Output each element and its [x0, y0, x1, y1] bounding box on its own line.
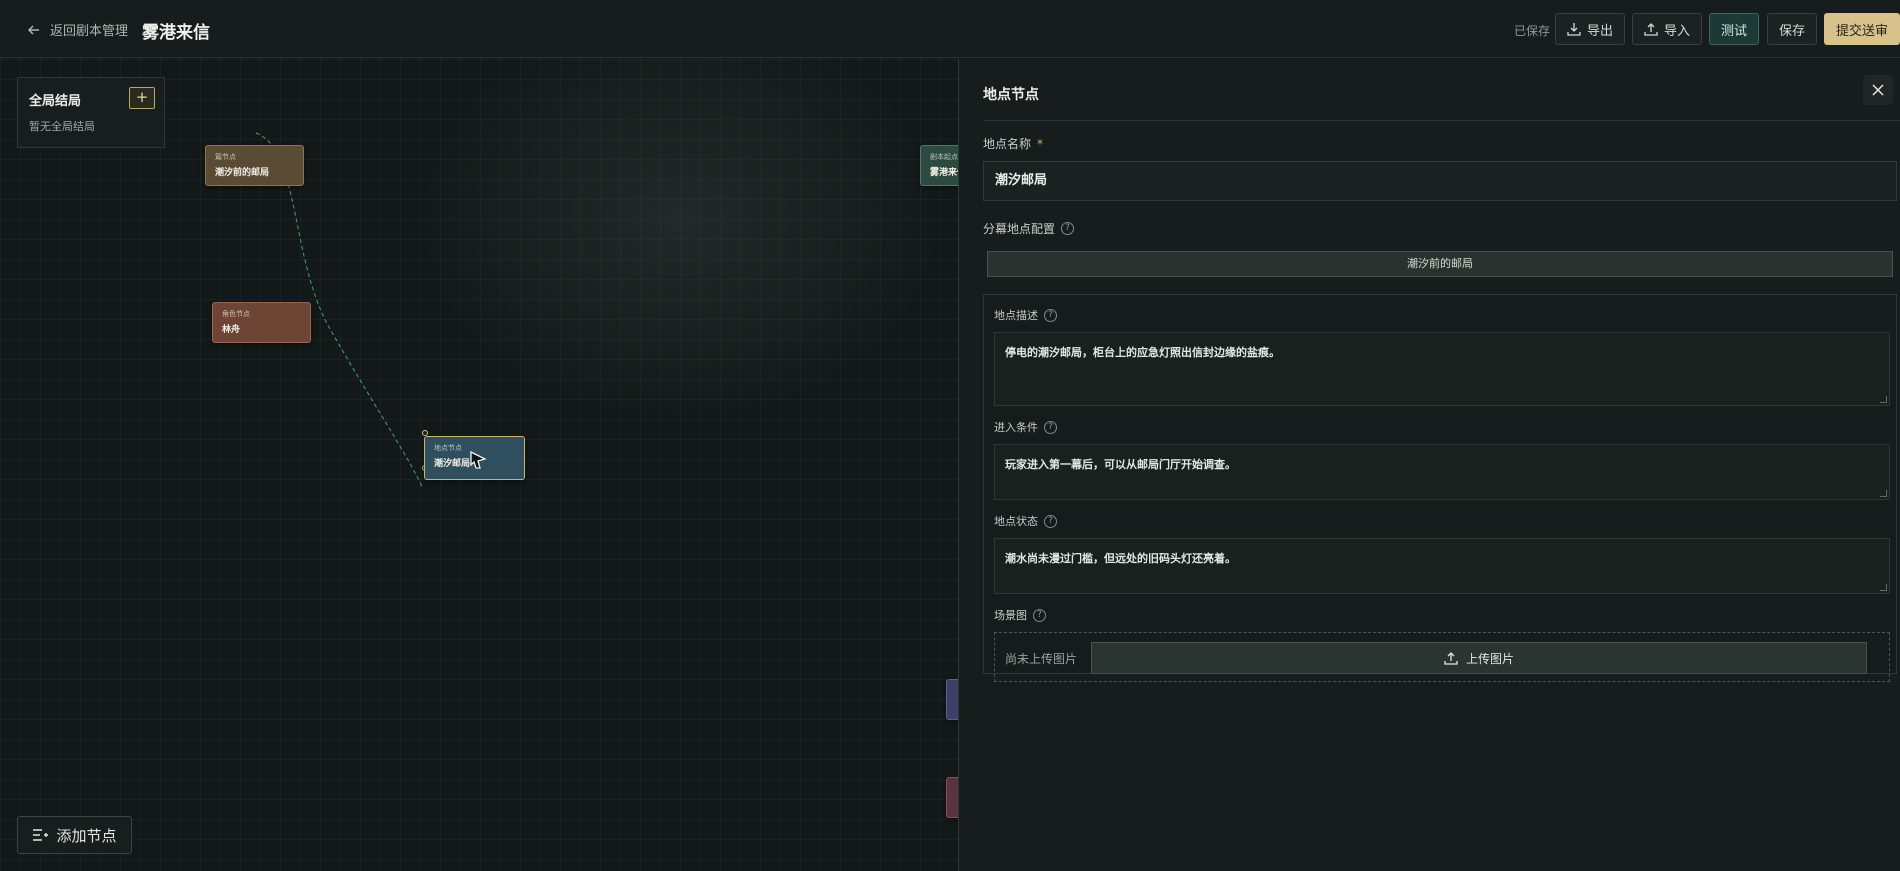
back-button[interactable]: 返回剧本管理 [26, 20, 128, 39]
mouse-cursor-icon [470, 450, 487, 469]
node-type: 篇节点 [215, 153, 236, 161]
arrow-left-icon [27, 24, 39, 35]
global-endings-empty: 暂无全局结局 [29, 120, 95, 133]
node-type: 剧本起点 [930, 153, 958, 161]
scene-image-label: 场景图 ? [994, 607, 1046, 623]
resize-handle-icon[interactable] [1880, 396, 1887, 403]
submit-review-button[interactable]: 提交送审 [1824, 13, 1900, 45]
panel-title: 地点节点 [983, 87, 1039, 103]
download-icon [1567, 23, 1581, 36]
act-location-config: 地点描述 ? 停电的潮汐邮局，柜台上的应急灯照出信封边缘的盐痕。 进入条件 ? … [983, 294, 1897, 682]
description-textarea[interactable]: 停电的潮汐邮局，柜台上的应急灯照出信封边缘的盐痕。 [994, 332, 1890, 406]
help-icon[interactable]: ? [1061, 222, 1075, 235]
add-list-icon [33, 829, 49, 841]
save-button[interactable]: 保存 [1767, 13, 1817, 45]
add-node-button[interactable]: 添加节点 [17, 816, 132, 854]
upload-icon [1444, 652, 1458, 665]
global-endings-panel: 全局结局 + 暂无全局结局 [17, 77, 165, 148]
top-bar: 返回剧本管理 雾港来信 已保存 导出 导入 测试 保存 提交送审 [0, 0, 1900, 58]
import-button[interactable]: 导入 [1632, 13, 1702, 45]
global-endings-title: 全局结局 [29, 94, 82, 109]
ending-node[interactable]: 篇节点 潮汐前的邮局 [205, 145, 304, 186]
help-icon[interactable]: ? [1033, 608, 1046, 622]
node-type: 角色节点 [222, 310, 250, 318]
required-marker: * [1037, 136, 1044, 151]
act-config-label: 分幕地点配置 ? [983, 220, 1075, 237]
scene-image-empty: 尚未上传图片 [1005, 652, 1078, 666]
help-icon[interactable]: ? [1044, 514, 1057, 528]
test-button[interactable]: 测试 [1709, 13, 1759, 45]
node-name: 林舟 [222, 325, 241, 335]
resize-handle-icon[interactable] [1880, 490, 1887, 497]
help-icon[interactable]: ? [1044, 420, 1057, 434]
save-status: 已保存 [1514, 24, 1551, 38]
flow-canvas[interactable]: 全局结局 + 暂无全局结局 篇节点 潮汐前的邮局 角色节点 林舟 地点节点 潮汐… [0, 59, 958, 871]
entry-condition-textarea[interactable]: 玩家进入第一幕后，可以从邮局门厅开始调查。 [994, 444, 1890, 500]
page-title: 雾港来信 [142, 23, 210, 43]
state-label: 地点状态 ? [994, 513, 1057, 529]
description-label: 地点描述 ? [994, 307, 1057, 323]
resize-handle-icon[interactable] [1880, 584, 1887, 591]
back-label: 返回剧本管理 [50, 24, 129, 39]
start-node[interactable]: 剧本起点 雾港来信 [920, 145, 958, 186]
node-name: 雾港来信 [930, 168, 958, 178]
upload-icon [1644, 23, 1658, 36]
add-global-ending-button[interactable]: + [129, 87, 155, 109]
close-icon [1872, 84, 1884, 96]
node-name: 潮汐前的邮局 [215, 168, 270, 178]
entry-condition-label: 进入条件 ? [994, 419, 1057, 435]
node-properties-panel: 地点节点 地点名称 * 潮汐邮局 分幕地点配置 ? 潮汐前的邮局 地点描述 ? 停… [958, 59, 1900, 871]
partial-node[interactable] [946, 777, 958, 818]
upload-image-button[interactable]: 上传图片 [1091, 642, 1867, 674]
close-panel-button[interactable] [1863, 75, 1893, 105]
scene-image-dropzone[interactable]: 尚未上传图片 上传图片 [994, 632, 1890, 682]
help-icon[interactable]: ? [1044, 308, 1057, 322]
state-textarea[interactable]: 潮水尚未漫过门槛，但远处的旧码头灯还亮着。 [994, 538, 1890, 594]
partial-node[interactable] [946, 679, 958, 720]
role-node[interactable]: 角色节点 林舟 [212, 302, 311, 343]
name-field-label: 地点名称 * [983, 136, 1044, 152]
panel-divider [983, 120, 1900, 121]
act-tab[interactable]: 潮汐前的邮局 [987, 251, 1893, 277]
location-name-input[interactable]: 潮汐邮局 [983, 161, 1897, 201]
export-button[interactable]: 导出 [1555, 13, 1625, 45]
